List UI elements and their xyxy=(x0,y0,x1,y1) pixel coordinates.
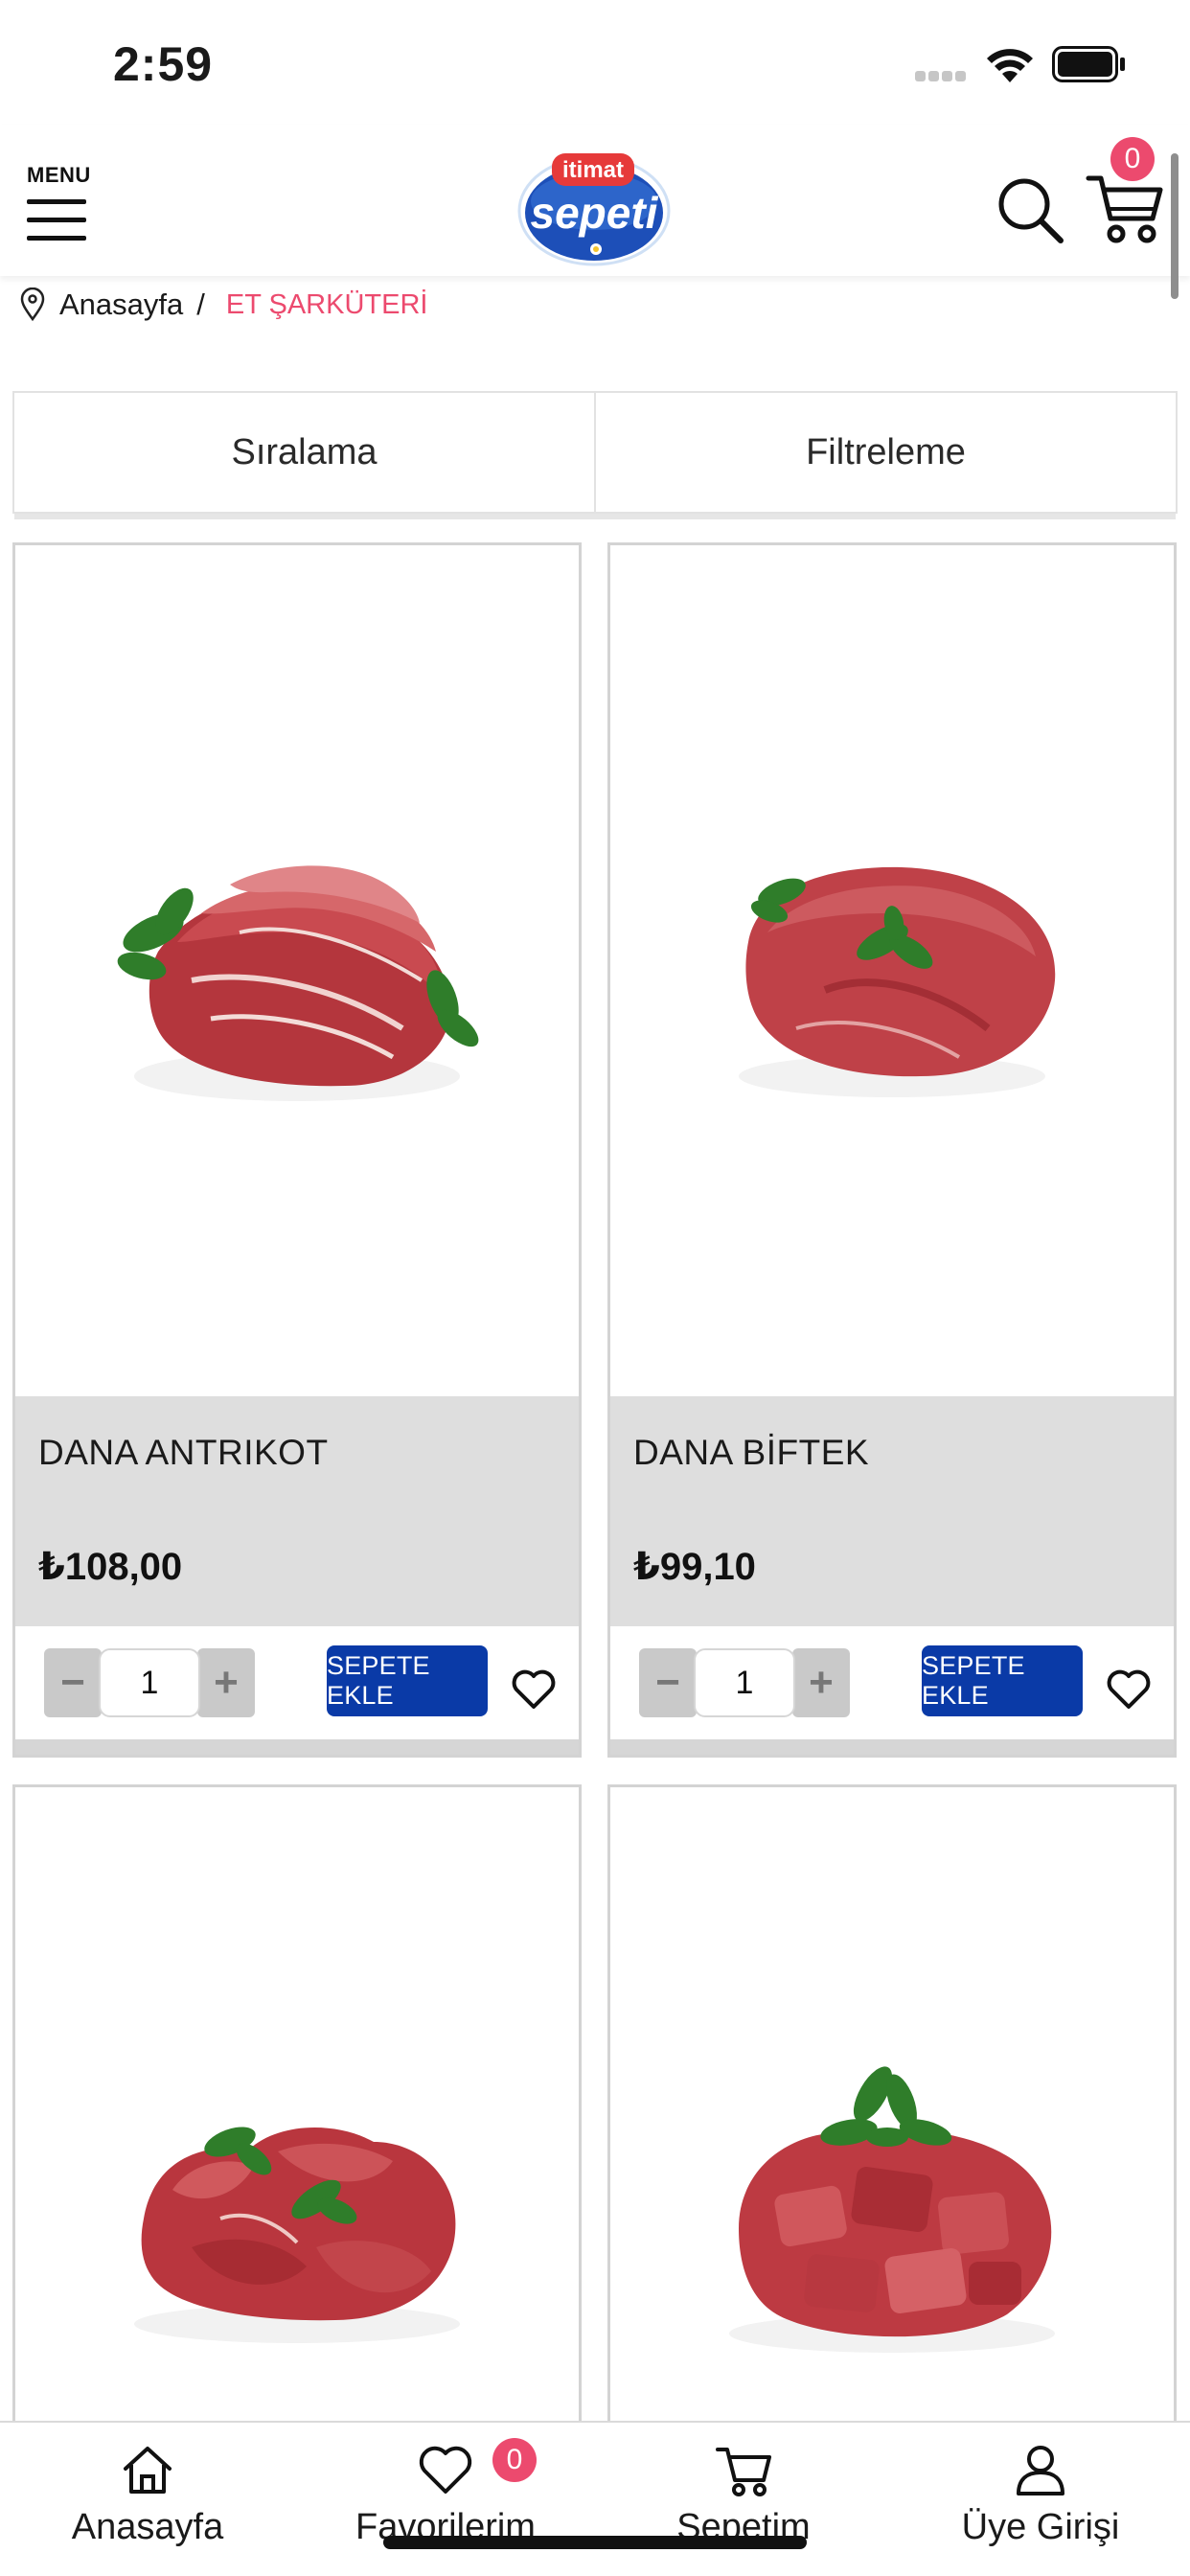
breadcrumb-current: ET ŞARKÜTERİ xyxy=(225,288,428,320)
product-image[interactable] xyxy=(15,545,579,1396)
product-card[interactable] xyxy=(12,1784,582,2436)
bottom-navigation: Anasayfa Favorilerim Sepetim Üye Girişi xyxy=(0,2421,1190,2576)
product-card[interactable]: DANA BİFTEK ₺99,10 − 1 + SEPETE EKLE xyxy=(607,542,1177,1758)
heart-icon xyxy=(419,2446,472,2494)
product-info[interactable]: DANA ANTRIKOT ₺108,00 xyxy=(15,1396,579,1626)
product-card[interactable] xyxy=(607,1784,1177,2436)
quantity-input[interactable]: 1 xyxy=(694,1648,795,1717)
product-price: ₺99,10 xyxy=(633,1546,756,1588)
logo-top-text: itimat xyxy=(562,157,624,183)
breadcrumb-home-link[interactable]: Anasayfa xyxy=(59,288,183,322)
search-icon[interactable] xyxy=(995,174,1065,245)
status-bar: 2:59 xyxy=(0,0,1190,125)
home-icon xyxy=(124,2447,172,2494)
minus-icon[interactable]: − xyxy=(44,1648,102,1717)
battery-icon xyxy=(1052,46,1125,82)
product-image[interactable] xyxy=(15,1787,579,2439)
cart-icon xyxy=(716,2448,771,2496)
quantity-stepper: − 1 + xyxy=(44,1648,261,1717)
menu-icon xyxy=(27,199,94,241)
logo-main-text: sepeti xyxy=(531,188,659,238)
breadcrumb-separator: / xyxy=(196,288,205,321)
signal-icon xyxy=(915,69,971,81)
product-actions: − 1 + SEPETE EKLE xyxy=(15,1626,579,1739)
plus-icon[interactable]: + xyxy=(197,1648,255,1717)
add-to-cart-button[interactable]: SEPETE EKLE xyxy=(327,1645,488,1716)
card-footer-bar xyxy=(15,1739,579,1755)
card-footer-bar xyxy=(610,1739,1174,1755)
sort-filter-bar: Sıralama Filtreleme xyxy=(12,391,1178,519)
nav-account-label: Üye Girişi xyxy=(961,2507,1120,2547)
status-time: 2:59 xyxy=(113,37,214,91)
menu-label: MENU xyxy=(27,163,91,187)
product-info[interactable]: DANA BİFTEK ₺99,10 xyxy=(610,1396,1174,1626)
product-image[interactable] xyxy=(610,1787,1174,2439)
filter-button[interactable]: Filtreleme xyxy=(594,393,1176,512)
plus-icon[interactable]: + xyxy=(792,1648,850,1717)
user-icon xyxy=(1017,2446,1064,2496)
product-price: ₺108,00 xyxy=(38,1546,183,1588)
cart-icon[interactable] xyxy=(1086,171,1164,245)
breadcrumb: Anasayfa / ET ŞARKÜTERİ xyxy=(19,284,427,326)
product-card[interactable]: DANA ANTRIKOT ₺108,00 − 1 + SEPETE EKLE xyxy=(12,542,582,1758)
brand-logo[interactable]: itimat sepeti xyxy=(515,134,673,268)
nav-home[interactable]: Anasayfa xyxy=(33,2440,263,2564)
quantity-input[interactable]: 1 xyxy=(99,1648,200,1717)
nav-home-label: Anasayfa xyxy=(71,2507,224,2547)
product-name[interactable]: DANA BİFTEK xyxy=(633,1433,869,1473)
scrollbar[interactable] xyxy=(1171,153,1179,299)
cart-count-badge: 0 xyxy=(1110,137,1155,181)
quantity-stepper: − 1 + xyxy=(639,1648,856,1717)
product-image[interactable] xyxy=(610,545,1174,1396)
add-to-cart-button[interactable]: SEPETE EKLE xyxy=(922,1645,1083,1716)
product-actions: − 1 + SEPETE EKLE xyxy=(610,1626,1174,1739)
wifi-icon xyxy=(987,49,1033,82)
favorites-count-badge: 0 xyxy=(492,2438,537,2482)
menu-button[interactable]: MENU xyxy=(27,163,94,251)
location-pin-icon xyxy=(20,288,45,322)
home-indicator xyxy=(383,2536,807,2549)
minus-icon[interactable]: − xyxy=(639,1648,697,1717)
sort-button[interactable]: Sıralama xyxy=(14,393,594,512)
app-header: MENU itimat sepeti xyxy=(0,125,1190,276)
heart-icon[interactable] xyxy=(511,1668,557,1711)
nav-account[interactable]: Üye Girişi xyxy=(926,2440,1156,2564)
product-name[interactable]: DANA ANTRIKOT xyxy=(38,1433,329,1473)
heart-icon[interactable] xyxy=(1106,1668,1152,1711)
